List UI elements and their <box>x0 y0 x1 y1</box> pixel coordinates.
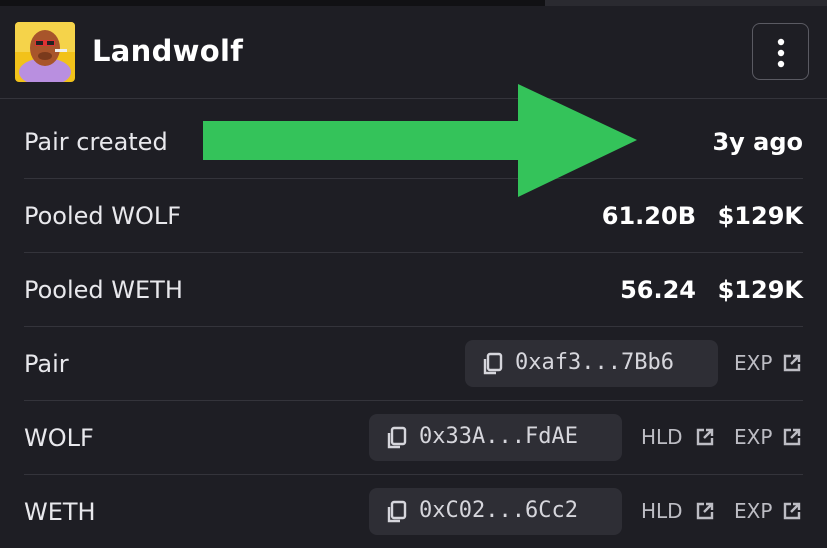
pooled-amount: 61.20B <box>601 202 696 230</box>
copy-icon <box>387 426 407 449</box>
external-link-icon <box>783 354 801 372</box>
row-label: WETH <box>24 498 96 526</box>
row-label: Pair created <box>24 128 168 156</box>
external-link-icon <box>696 428 714 446</box>
copy-icon <box>483 352 503 375</box>
copy-address-button[interactable]: 0x33A...FdAE <box>369 414 622 461</box>
explorer-link[interactable]: EXP <box>734 499 803 525</box>
pooled-usd: $129K <box>717 276 803 304</box>
token-avatar <box>15 22 75 82</box>
copy-icon <box>387 500 407 523</box>
holders-link[interactable]: HLD <box>641 499 716 525</box>
row-label: Pooled WETH <box>24 276 183 304</box>
token-header: Landwolf <box>0 6 827 99</box>
address-text: 0x33A...FdAE <box>419 424 578 449</box>
token-title: Landwolf <box>92 34 244 68</box>
explorer-link[interactable]: EXP <box>734 351 803 377</box>
wolf-address-row: WOLF 0x33A...FdAE HLD EXP <box>24 400 803 475</box>
pair-created-value: 3y ago <box>712 128 803 156</box>
row-label: Pair <box>24 350 69 378</box>
copy-address-button[interactable]: 0xaf3...7Bb6 <box>465 340 718 387</box>
link-label: EXP <box>734 499 773 523</box>
row-label: WOLF <box>24 424 94 452</box>
link-label: HLD <box>641 425 683 449</box>
kebab-menu-icon <box>777 38 785 68</box>
weth-address-row: WETH 0xC02...6Cc2 HLD EXP <box>24 474 803 548</box>
link-label: HLD <box>641 499 683 523</box>
pooled-wolf-row: Pooled WOLF 61.20B $129K <box>24 178 803 253</box>
address-text: 0xC02...6Cc2 <box>419 498 578 523</box>
link-label: EXP <box>734 425 773 449</box>
copy-address-button[interactable]: 0xC02...6Cc2 <box>369 488 622 535</box>
pair-created-row: Pair created 3y ago <box>24 104 803 179</box>
address-text: 0xaf3...7Bb6 <box>515 350 674 375</box>
pooled-weth-row: Pooled WETH 56.24 $129K <box>24 252 803 327</box>
pair-address-row: Pair 0xaf3...7Bb6 EXP <box>24 326 803 401</box>
external-link-icon <box>783 428 801 446</box>
external-link-icon <box>696 502 714 520</box>
holders-link[interactable]: HLD <box>641 425 716 451</box>
explorer-link[interactable]: EXP <box>734 425 803 451</box>
external-link-icon <box>783 502 801 520</box>
link-label: EXP <box>734 351 773 375</box>
row-label: Pooled WOLF <box>24 202 182 230</box>
more-options-button[interactable] <box>752 23 809 80</box>
pooled-amount: 56.24 <box>620 276 696 304</box>
pooled-usd: $129K <box>717 202 803 230</box>
